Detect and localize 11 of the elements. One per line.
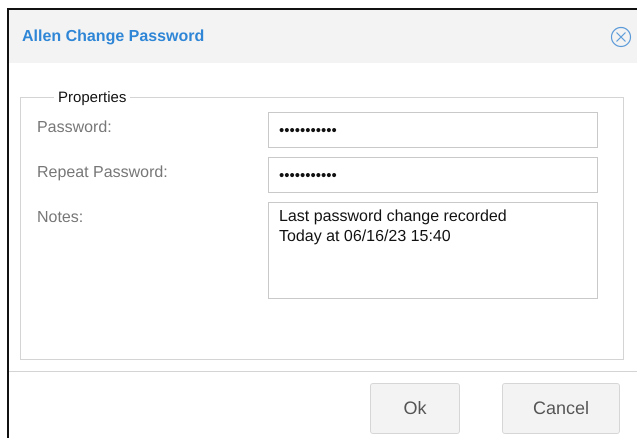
group-legend: Properties (54, 89, 130, 106)
dialog-title: Allen Change Password (22, 28, 204, 46)
password-field[interactable]: ••••••••••• (268, 157, 598, 193)
dialog-button[interactable]: Cancel (502, 383, 620, 434)
close-icon[interactable] (610, 26, 632, 48)
password-field[interactable]: ••••••••••• (268, 112, 598, 148)
field-label: Notes: (37, 208, 84, 227)
field-label: Password: (37, 118, 113, 137)
field-label: Repeat Password: (37, 163, 169, 182)
notes-field[interactable]: Last password change recorded Today at 06/16/23 15:40 (268, 202, 598, 299)
dialog-button[interactable]: Ok (370, 383, 460, 434)
